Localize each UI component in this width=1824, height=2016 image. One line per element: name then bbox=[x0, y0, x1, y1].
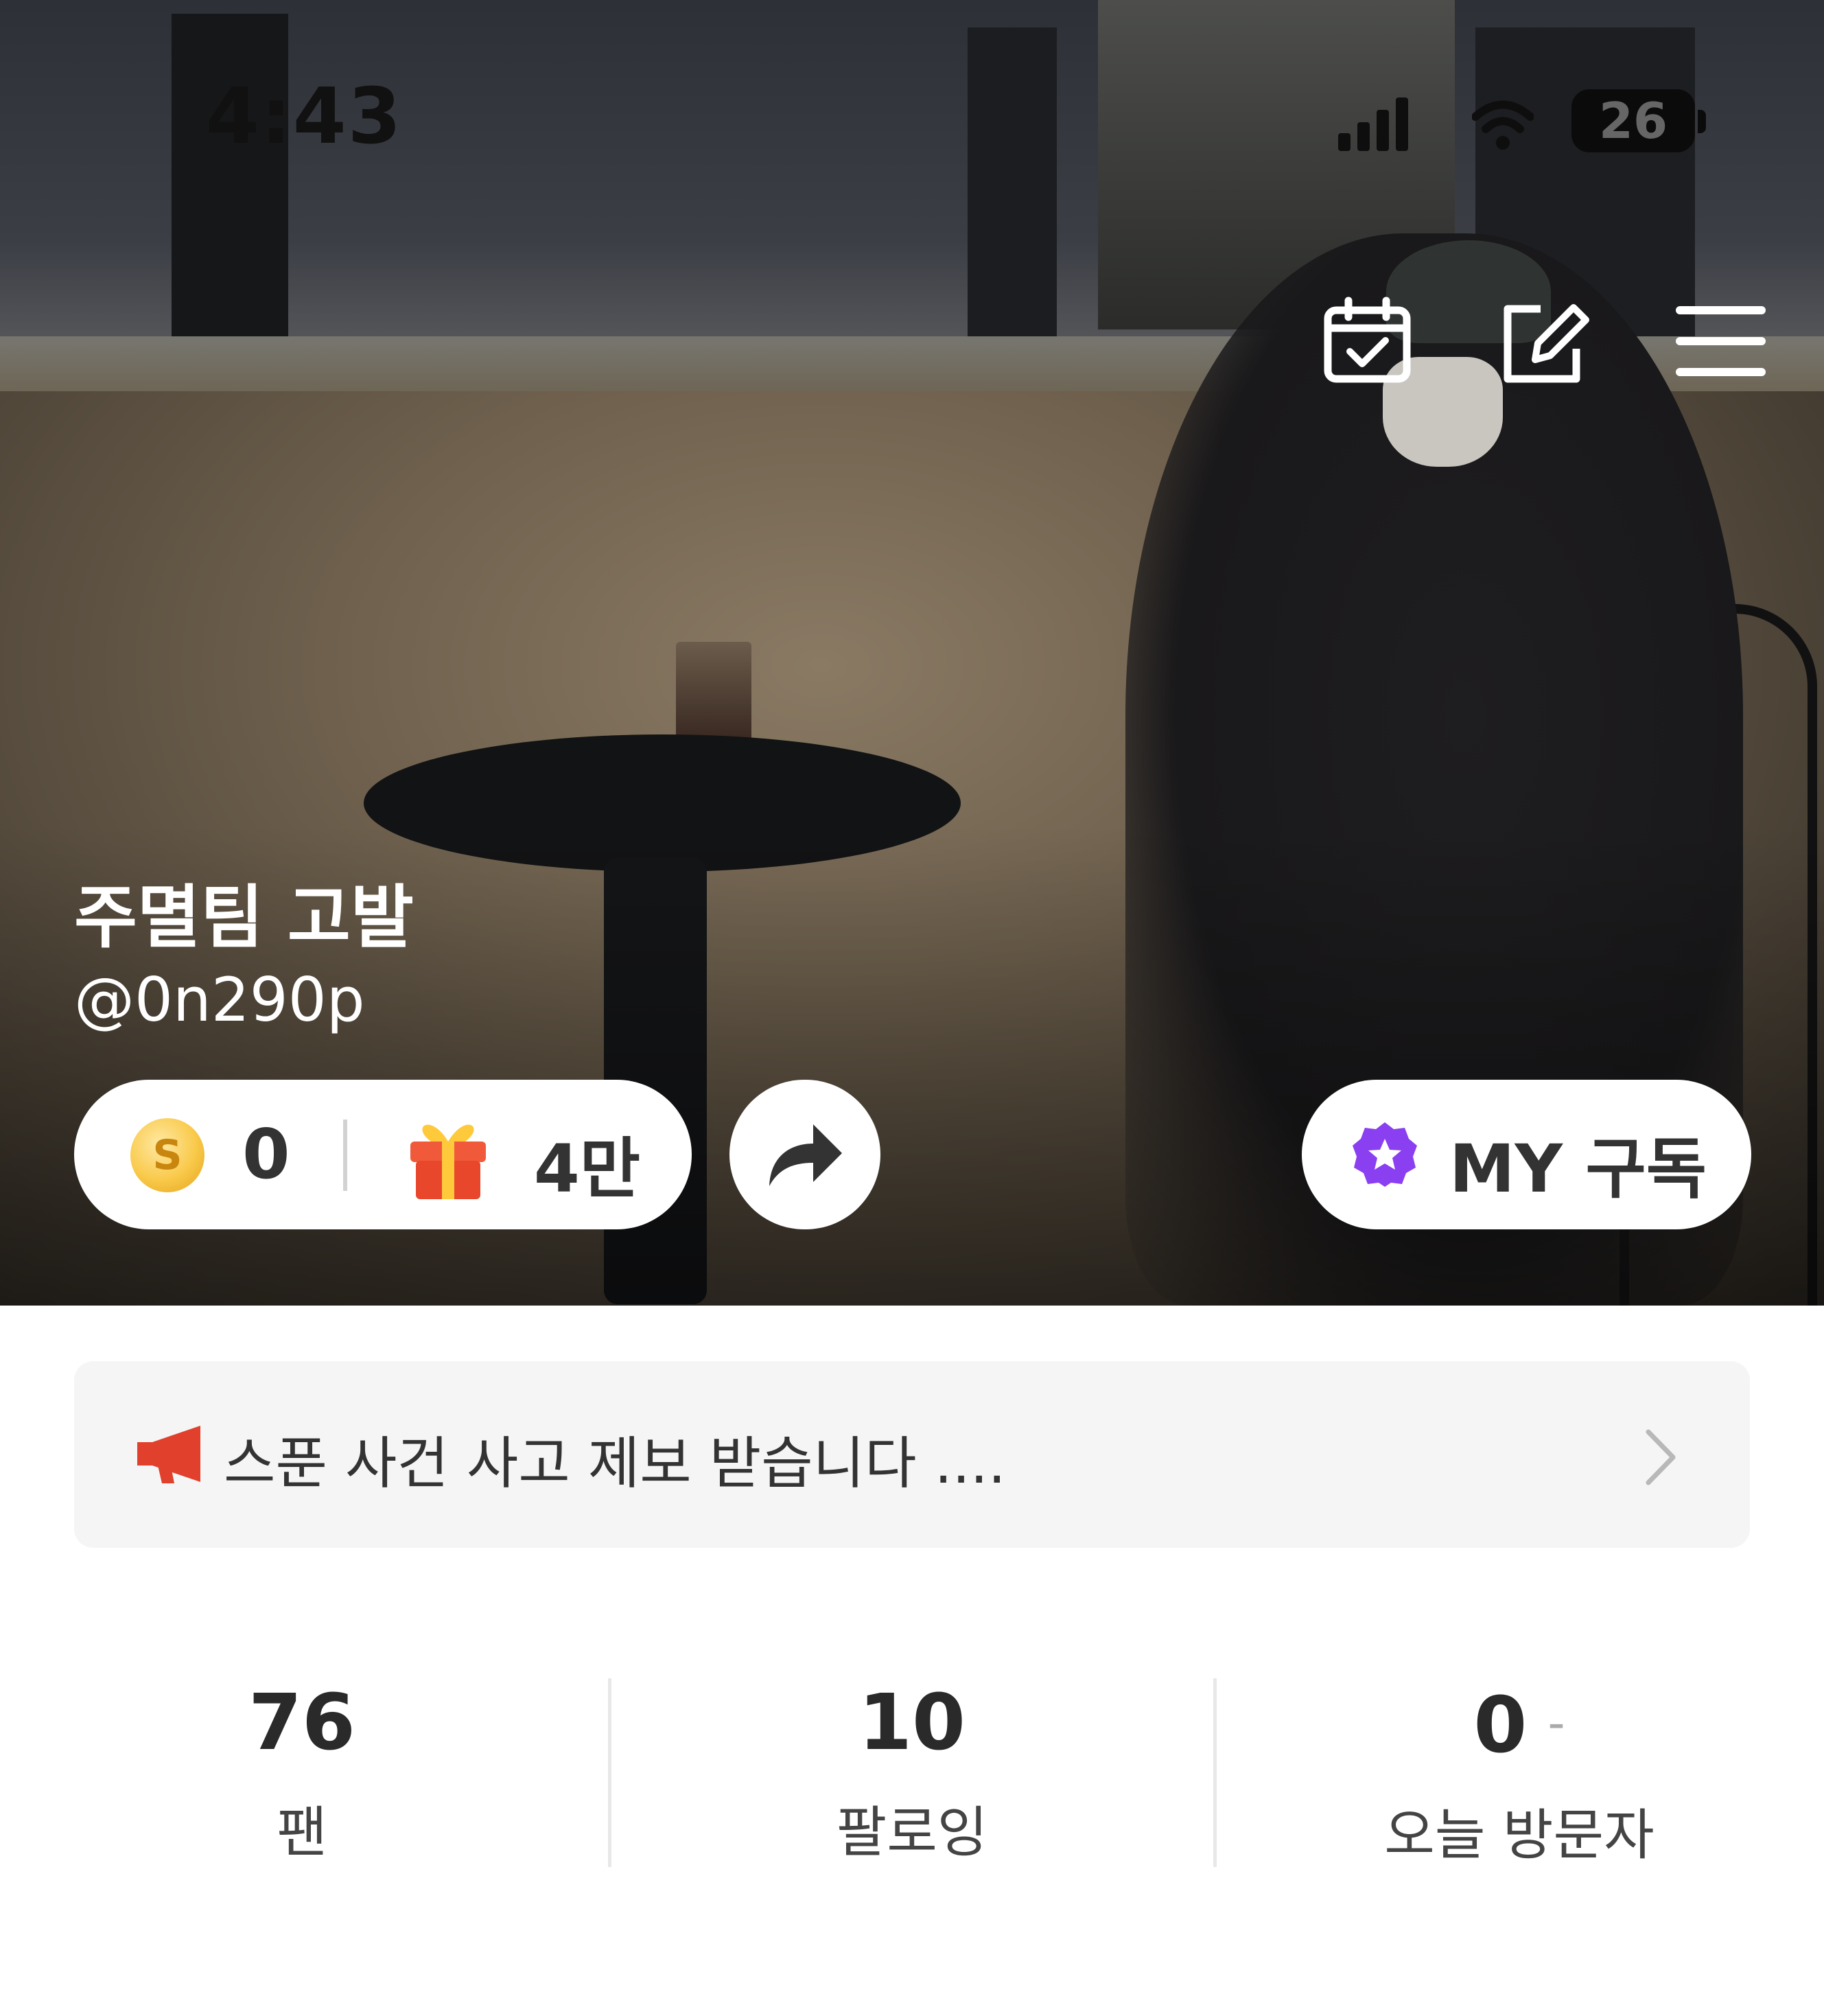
status-time: 4:43 bbox=[206, 72, 403, 161]
following-label: 팔로잉 bbox=[836, 1800, 988, 1864]
edit-icon[interactable] bbox=[1499, 295, 1592, 388]
stat-today-visitors: 0- 오늘 방문자 bbox=[1217, 1675, 1821, 1870]
chevron-right-icon bbox=[1646, 1429, 1676, 1485]
pill-divider bbox=[343, 1120, 347, 1191]
wallet-pill[interactable]: S 0 4만 bbox=[74, 1080, 692, 1229]
visitors-label: 오늘 방문자 bbox=[1384, 1803, 1655, 1867]
coin-count: 0 bbox=[242, 1114, 290, 1194]
profile-handle: @0n290p bbox=[74, 964, 365, 1035]
gift-icon bbox=[410, 1124, 486, 1199]
calendar-check-icon[interactable] bbox=[1321, 295, 1414, 388]
fans-count: 76 bbox=[248, 1678, 355, 1768]
notice-text: 스푼 사건 사고 제보 받습니다 .... bbox=[224, 1431, 1006, 1496]
hamburger-menu-icon[interactable] bbox=[1674, 295, 1767, 388]
profile-nickname: 주멸팀 고발 bbox=[74, 877, 414, 958]
fans-label: 팬 bbox=[277, 1800, 327, 1864]
cellular-signal-icon bbox=[1338, 96, 1414, 151]
coin-icon: S bbox=[130, 1118, 204, 1192]
notice-banner[interactable]: 스푼 사건 사고 제보 받습니다 .... bbox=[74, 1361, 1750, 1548]
battery-tip bbox=[1698, 110, 1706, 133]
stat-following[interactable]: 10 팔로잉 bbox=[610, 1675, 1214, 1867]
my-subscription-button[interactable]: MY 구독 bbox=[1302, 1080, 1751, 1229]
star-badge-icon bbox=[1353, 1122, 1417, 1187]
share-button[interactable] bbox=[729, 1080, 880, 1229]
share-icon bbox=[769, 1124, 842, 1186]
my-subscription-label: MY 구독 bbox=[1449, 1131, 1707, 1207]
visitors-change: - bbox=[1547, 1695, 1565, 1751]
megaphone-icon bbox=[137, 1426, 200, 1483]
stat-divider bbox=[1213, 1678, 1217, 1867]
stat-fans[interactable]: 76 팬 bbox=[0, 1675, 604, 1867]
visitors-count: 0 bbox=[1473, 1681, 1528, 1770]
gift-count: 4만 bbox=[534, 1131, 641, 1207]
following-count: 10 bbox=[858, 1678, 966, 1768]
battery-indicator: 26 bbox=[1571, 89, 1695, 152]
wifi-icon bbox=[1472, 100, 1534, 150]
